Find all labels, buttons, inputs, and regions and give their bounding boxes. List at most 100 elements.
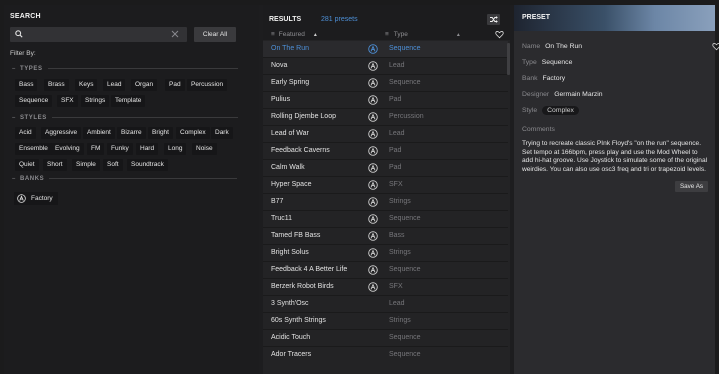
sort-type[interactable]: ≡ Type ▲	[385, 31, 461, 38]
result-row[interactable]: Calm Walk Pad	[263, 160, 508, 177]
result-row[interactable]: 3 Synth'Osc Lead	[263, 296, 508, 313]
result-row[interactable]: Truc11 Sequence	[263, 211, 508, 228]
save-as-button[interactable]: Save As	[675, 181, 708, 192]
divider	[49, 177, 238, 179]
result-row[interactable]: On The Run Sequence	[263, 41, 508, 58]
comments-text[interactable]: Trying to recreate classic PInk Floyd's …	[522, 140, 710, 174]
tag-sfx[interactable]: SFX	[57, 95, 78, 107]
tag-lead[interactable]: Lead	[103, 79, 126, 91]
results-title: RESULTS	[269, 16, 302, 23]
preset-type-field[interactable]: Type Sequence	[522, 59, 572, 66]
tag-brass[interactable]: Brass	[44, 79, 69, 91]
tag-strings[interactable]: Strings	[81, 95, 110, 107]
result-row[interactable]: Tamed FB Bass Bass	[263, 228, 508, 245]
result-row[interactable]: Nova Lead	[263, 58, 508, 75]
preset-type: Bass	[389, 232, 405, 239]
designer-value: Germain Marzin	[554, 91, 603, 98]
search-input[interactable]	[10, 27, 187, 42]
tag-ensemble[interactable]: Ensemble	[15, 143, 52, 155]
tag-organ[interactable]: Organ	[131, 79, 158, 91]
search-header: SEARCH	[10, 13, 41, 20]
tag-quiet[interactable]: Quiet	[15, 159, 39, 171]
result-row[interactable]: Acidic Touch Sequence	[263, 330, 508, 347]
clear-search-icon[interactable]	[170, 29, 180, 39]
bank-factory[interactable]: Factory	[14, 192, 58, 205]
clear-all-button[interactable]: Clear All	[194, 27, 236, 42]
tag-keys[interactable]: Keys	[75, 79, 98, 91]
results-scrollbar[interactable]	[507, 43, 510, 75]
tag-hard[interactable]: Hard	[136, 143, 159, 155]
preset-name: Bright Solus	[271, 249, 309, 256]
preset-name: Acidic Touch	[271, 334, 311, 341]
list-sort-icon: ≡	[385, 31, 389, 38]
result-row[interactable]: B77 Strings	[263, 194, 508, 211]
preset-type: Lead	[389, 130, 405, 137]
preset-bank-field[interactable]: Bank Factory	[522, 75, 565, 82]
factory-bank-icon	[368, 265, 378, 275]
tag-long[interactable]: Long	[164, 143, 187, 155]
preset-name: Feedback Caverns	[271, 147, 330, 154]
result-row[interactable]: Bright Solus Strings	[263, 245, 508, 262]
preset-type: Lead	[389, 62, 405, 69]
tag-acid[interactable]: Acid	[15, 127, 36, 139]
preset-type: Pad	[389, 164, 402, 171]
factory-bank-icon	[368, 180, 378, 190]
tag-short[interactable]: Short	[43, 159, 67, 171]
preset-style-field[interactable]: Style Complex	[522, 106, 579, 115]
factory-bank-icon	[368, 214, 378, 224]
banks-section-header[interactable]: – BANKS	[12, 176, 238, 182]
list-sort-icon: ≡	[271, 31, 275, 38]
result-row[interactable]: 60s Synth Strings Strings	[263, 313, 508, 330]
styles-section-header[interactable]: – STYLES	[12, 115, 238, 121]
preset-name: B77	[271, 198, 284, 205]
shuffle-button[interactable]	[487, 14, 500, 25]
tag-simple[interactable]: Simple	[72, 159, 100, 171]
tag-dark[interactable]: Dark	[211, 127, 233, 139]
types-section-header[interactable]: – TYPES	[12, 66, 238, 72]
tag-complex[interactable]: Complex	[176, 127, 210, 139]
result-row[interactable]: Feedback Caverns Pad	[263, 143, 508, 160]
tag-soft[interactable]: Soft	[103, 159, 123, 171]
result-row[interactable]: Early Spring Sequence	[263, 75, 508, 92]
preset-type: Strings	[389, 198, 411, 205]
result-row[interactable]: Pulius Pad	[263, 92, 508, 109]
result-row[interactable]: Ador Tracers Sequence	[263, 347, 508, 374]
tag-soundtrack[interactable]: Soundtrack	[127, 159, 168, 171]
tag-sequence[interactable]: Sequence	[15, 95, 53, 107]
tag-evolving[interactable]: Evolving	[51, 143, 84, 155]
result-row[interactable]: Rolling Djembe Loop Percussion	[263, 109, 508, 126]
preset-type: Strings	[389, 317, 411, 324]
preset-name: 3 Synth'Osc	[271, 300, 309, 307]
tag-funky[interactable]: Funky	[107, 143, 133, 155]
heart-icon[interactable]	[495, 30, 504, 39]
preset-name-field[interactable]: Name On The Run	[522, 43, 582, 50]
result-row[interactable]: Berzerk Robot Birds SFX	[263, 279, 508, 296]
preset-designer-field[interactable]: Designer Germain Marzin	[522, 91, 603, 98]
tag-pad[interactable]: Pad	[165, 79, 185, 91]
tag-noise[interactable]: Noise	[192, 143, 217, 155]
sort-featured[interactable]: ≡ Featured ▲	[271, 31, 318, 38]
collapse-icon: –	[12, 66, 16, 72]
preset-type: Lead	[389, 300, 405, 307]
divider	[47, 67, 238, 69]
preset-header: PRESET	[514, 5, 715, 31]
preset-name: Rolling Djembe Loop	[271, 113, 336, 120]
factory-bank-icon	[368, 231, 378, 241]
result-row[interactable]: Lead of War Lead	[263, 126, 508, 143]
preset-type: SFX	[389, 181, 403, 188]
tag-bright[interactable]: Bright	[148, 127, 173, 139]
tag-fm[interactable]: FM	[87, 143, 105, 155]
result-row[interactable]: Hyper Space SFX	[263, 177, 508, 194]
tag-aggressive[interactable]: Aggressive	[41, 127, 82, 139]
tag-bass[interactable]: Bass	[15, 79, 38, 91]
heart-icon[interactable]	[712, 42, 719, 51]
preset-name: Pulius	[271, 96, 291, 103]
result-row[interactable]: Feedback 4 A Better Life Sequence	[263, 262, 508, 279]
tag-bizarre[interactable]: Bizarre	[117, 127, 146, 139]
tag-percussion[interactable]: Percussion	[187, 79, 228, 91]
type-label: Type	[522, 59, 537, 66]
tag-ambient[interactable]: Ambient	[83, 127, 115, 139]
tag-template[interactable]: Template	[111, 95, 146, 107]
style-chip[interactable]: Complex	[542, 106, 579, 115]
preset-type: Strings	[389, 249, 411, 256]
